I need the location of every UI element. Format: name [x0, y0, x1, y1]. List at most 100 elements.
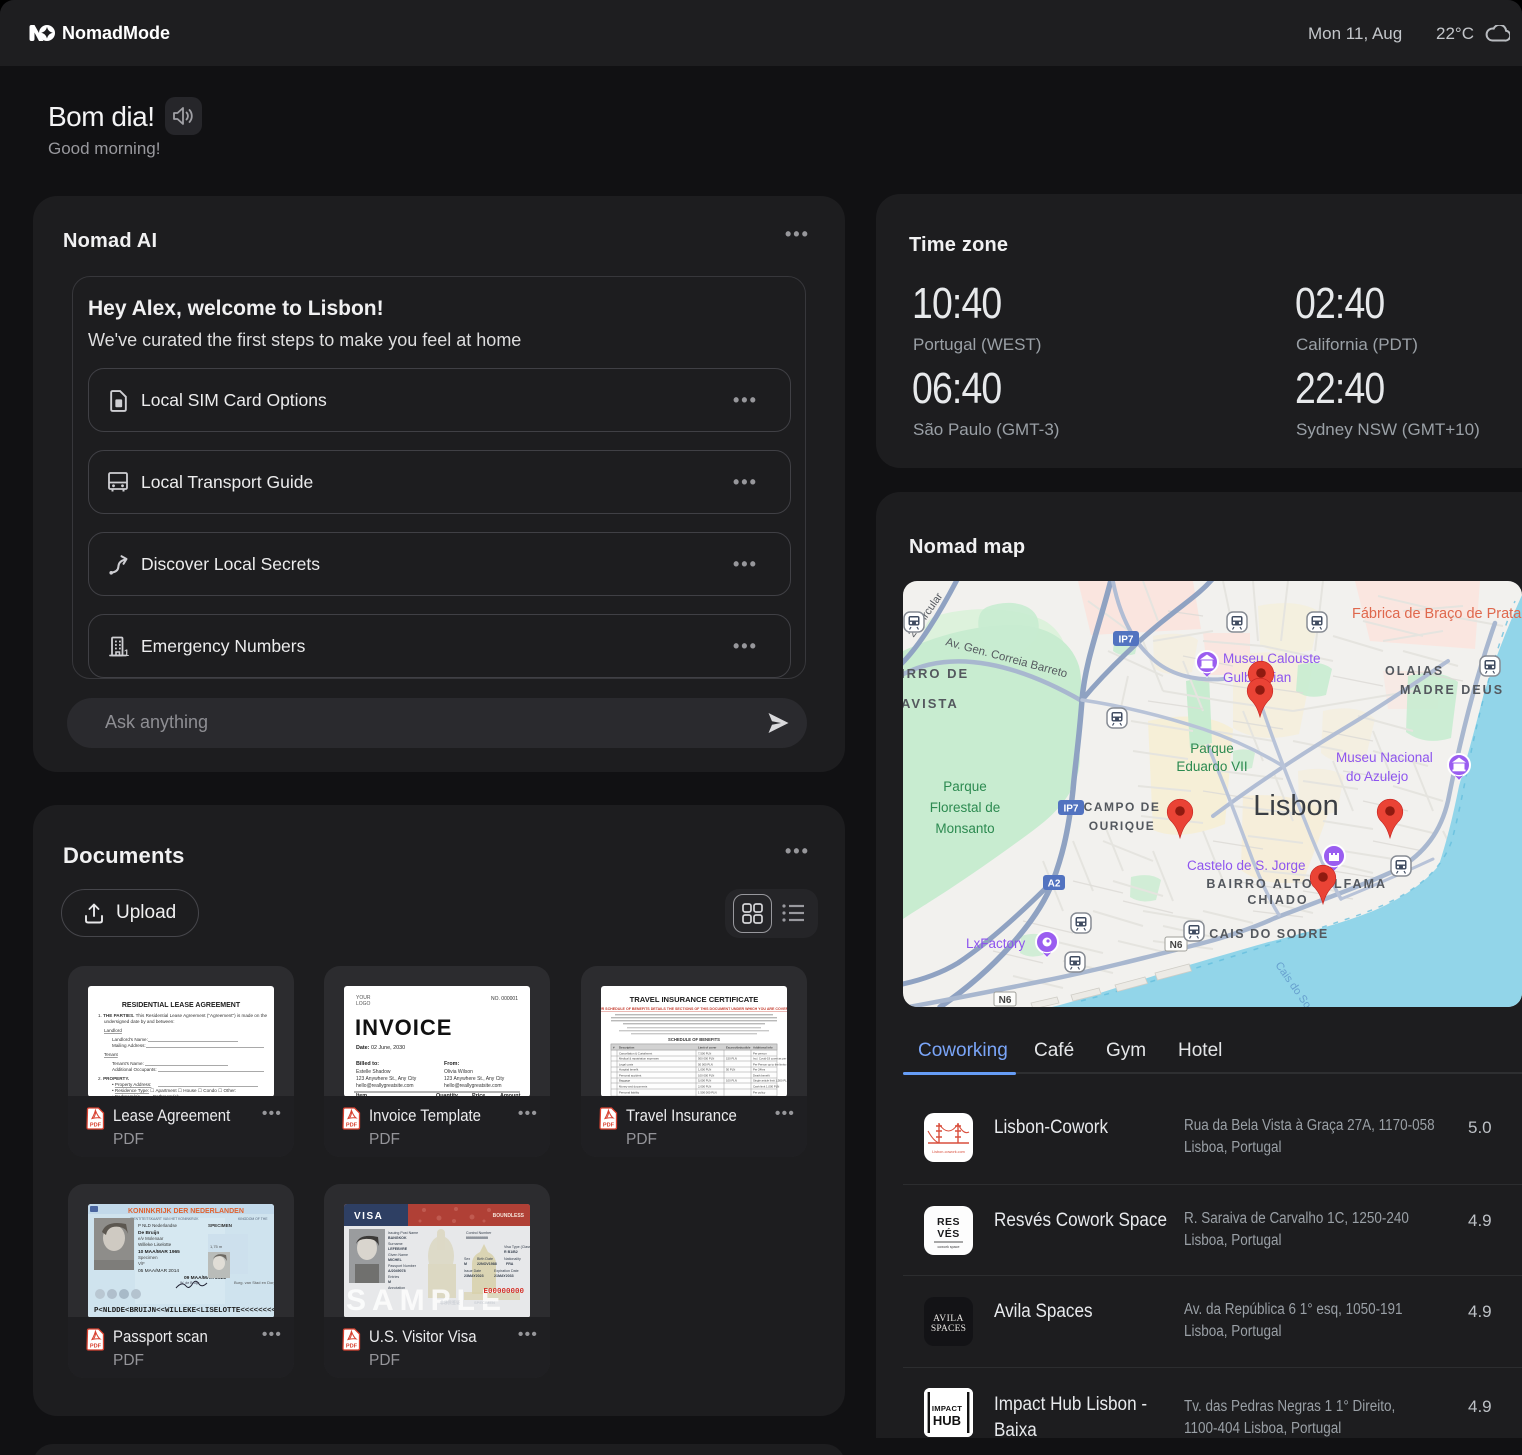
svg-text:Sex: Sex — [464, 1257, 470, 1261]
svg-text:Florestal de: Florestal de — [930, 800, 1001, 815]
svg-text:N6: N6 — [1170, 940, 1183, 951]
svg-text:1. THE PARTIES. This Residen: 1. THE PARTIES. This Residential Lease A… — [98, 1013, 268, 1018]
svg-text:PDF: PDF — [90, 1344, 102, 1350]
svg-text:CAMPO DE: CAMPO DE — [1084, 800, 1161, 814]
svg-text:100 PLN: 100 PLN — [726, 1079, 737, 1083]
svg-text:Surname: Surname — [388, 1242, 403, 1246]
svg-text:非移民签证: 非移民签证 — [440, 1299, 460, 1305]
svg-text:Olivia Wilson: Olivia Wilson — [444, 1069, 473, 1075]
svg-text:Willeke Liselotte: Willeke Liselotte — [138, 1242, 172, 1247]
svg-text:Landlord: Landlord — [104, 1028, 122, 1033]
svg-text:YOUR SCHEDULE OF BENEFITS DETA: YOUR SCHEDULE OF BENEFITS DETAILS THE SE… — [601, 1007, 787, 1011]
svg-text:Per 24hrs: Per 24hrs — [753, 1068, 766, 1072]
svg-text:Lisbon-cowork.com: Lisbon-cowork.com — [932, 1150, 965, 1154]
svg-text:LxFactory: LxFactory — [966, 936, 1026, 951]
svg-text:OLAIAS: OLAIAS — [1385, 664, 1444, 678]
svg-text:INVOICE: INVOICE — [355, 1015, 452, 1040]
svg-text:23MAY2023: 23MAY2023 — [464, 1274, 484, 1278]
svg-text:Excess/deductible: Excess/deductible — [726, 1046, 751, 1050]
svg-text:Nationality: Nationality — [504, 1257, 521, 1261]
svg-text:Passport Number: Passport Number — [388, 1264, 417, 1268]
svg-text:AVISTA: AVISTA — [903, 696, 959, 711]
svg-text:SPECIMEN: SPECIMEN — [208, 1223, 233, 1228]
svg-text:1: 1 — [124, 648, 129, 658]
svg-text:cowork space: cowork space — [938, 1245, 960, 1249]
svg-text:Death benefit: Death benefit — [753, 1074, 770, 1078]
svg-text:BAIRRO ALTO: BAIRRO ALTO — [1206, 877, 1313, 891]
svg-text:P<NLDDE<BRUIJN<<WILLEKE<LISELO: P<NLDDE<BRUIJN<<WILLEKE<LISELOTTE<<<<<<<… — [94, 1307, 274, 1315]
svg-text:Issuing Post Name: Issuing Post Name — [388, 1231, 418, 1235]
svg-text:7,500 PLN: 7,500 PLN — [698, 1052, 711, 1056]
svg-text:hello@reallygreatsite.com: hello@reallygreatsite.com — [356, 1083, 414, 1089]
svg-text:Additional info: Additional info — [753, 1046, 773, 1050]
svg-text:Cancellation & Curtailment: Cancellation & Curtailment — [619, 1052, 652, 1056]
svg-text:CHIADO: CHIADO — [1247, 893, 1308, 907]
svg-text:PDF: PDF — [603, 1123, 615, 1129]
svg-text:Per person: Per person — [753, 1052, 767, 1056]
svg-text:undersigned date by and betwee: undersigned date by and between: — [104, 1019, 175, 1024]
svg-text:Eduardo VII: Eduardo VII — [1176, 759, 1247, 774]
svg-text:MICHEL: MICHEL — [388, 1258, 403, 1262]
svg-text:KINGDOM OF THE: KINGDOM OF THE — [238, 1217, 268, 1221]
svg-text:Museu Calouste: Museu Calouste — [1223, 651, 1321, 666]
svg-text:Medical & repatriation expense: Medical & repatriation expenses — [619, 1057, 659, 1061]
svg-text:1,75 m: 1,75 m — [210, 1244, 223, 1249]
svg-text:Parque: Parque — [1190, 741, 1234, 756]
svg-text:SPACES: SPACES — [931, 1324, 966, 1334]
svg-text:TRAVEL INSURANCE CERTIFICATE: TRAVEL INSURANCE CERTIFICATE — [630, 995, 759, 1004]
svg-text:AVILA: AVILA — [933, 1314, 964, 1324]
svg-text:A2: A2 — [1048, 879, 1061, 890]
svg-text:123 Anywhere St., Any City: 123 Anywhere St., Any City — [444, 1076, 505, 1082]
svg-text:05 MAA/MAR 2014: 05 MAA/MAR 2014 — [138, 1268, 179, 1274]
svg-text:IP7: IP7 — [1063, 804, 1078, 815]
svg-text:FRA: FRA — [506, 1262, 514, 1266]
svg-text:21MAY2033: 21MAY2033 — [494, 1274, 514, 1278]
svg-text:22NOV1988: 22NOV1988 — [477, 1262, 497, 1266]
svg-text:hello@reallygreatsite.com: hello@reallygreatsite.com — [444, 1083, 502, 1089]
svg-text:Limit of cover: Limit of cover — [698, 1046, 717, 1050]
svg-text:BANGKOK: BANGKOK — [388, 1236, 407, 1240]
svg-text:Burg. van Stad en Dorp: Burg. van Stad en Dorp — [234, 1280, 274, 1285]
svg-text:Mailing Address:: Mailing Address: — [112, 1043, 146, 1048]
svg-text:50 000 PLN: 50 000 PLN — [698, 1063, 713, 1067]
svg-text:Birth Date: Birth Date — [477, 1257, 493, 1261]
svg-text:Castelo de S. Jorge: Castelo de S. Jorge — [1187, 858, 1306, 873]
svg-text:IMPACT: IMPACT — [932, 1404, 962, 1413]
svg-text:RESIDENTIAL LEASE AGREEMENT: RESIDENTIAL LEASE AGREEMENT — [122, 1002, 241, 1009]
svg-text:E00000000: E00000000 — [483, 1288, 524, 1296]
svg-text:Parque: Parque — [943, 779, 987, 794]
svg-text:M: M — [464, 1262, 467, 1266]
svg-text:Specimen: Specimen — [138, 1255, 158, 1260]
svg-text:KONINKRIJK DER NEDERLANDEN: KONINKRIJK DER NEDERLANDEN — [128, 1208, 244, 1215]
svg-text:Date: 02 June, 2030: Date: 02 June, 2030 — [356, 1045, 405, 1051]
svg-text:500 000 PLN: 500 000 PLN — [698, 1057, 714, 1061]
svg-text:Personal accident: Personal accident — [619, 1074, 641, 1078]
svg-text:Legal costs: Legal costs — [619, 1063, 634, 1067]
svg-text:Single article limit 1,500 PLN: Single article limit 1,500 PLN — [753, 1079, 787, 1083]
svg-text:100 000 PLN: 100 000 PLN — [698, 1074, 714, 1078]
svg-text:Incl. Covid-19 cover as per po: Incl. Covid-19 cover as per policy — [753, 1057, 787, 1061]
svg-text:Lisbon: Lisbon — [1253, 790, 1338, 822]
svg-text:2,000 PLN: 2,000 PLN — [698, 1085, 711, 1089]
svg-text:W. de Bruijn: W. de Bruijn — [180, 1281, 199, 1285]
svg-text:R B1/B2: R B1/B2 — [504, 1250, 518, 1254]
svg-text:Personal liability: Personal liability — [619, 1091, 640, 1095]
svg-text:Billed to:: Billed to: — [356, 1061, 379, 1067]
svg-text:NO. 000001: NO. 000001 — [491, 996, 518, 1002]
svg-text:Control Number: Control Number — [466, 1231, 492, 1235]
svg-text:50 PLN: 50 PLN — [726, 1068, 735, 1072]
svg-text:Tenant: Tenant — [104, 1052, 119, 1057]
svg-text:P NLD Nederlandse: P NLD Nederlandse — [138, 1223, 178, 1228]
svg-text:PDF: PDF — [346, 1123, 358, 1129]
svg-text:Description: Description — [619, 1046, 635, 1050]
svg-text:Landlord's Name:: Landlord's Name: — [112, 1037, 148, 1042]
svg-text:BOUNDLESS: BOUNDLESS — [493, 1213, 525, 1219]
svg-text:HUB: HUB — [933, 1413, 961, 1428]
svg-text:Visa Type (Class: Visa Type (Class — [504, 1245, 530, 1249]
svg-text:V/F: V/F — [138, 1261, 145, 1266]
svg-text:Expiration Date: Expiration Date — [494, 1269, 519, 1273]
svg-text:LEFEBVRE: LEFEBVRE — [388, 1247, 408, 1251]
svg-text:Hospital benefit: Hospital benefit — [619, 1068, 639, 1072]
svg-text:PDF: PDF — [90, 1123, 102, 1129]
svg-text:IDENTITEITSKAART VAN HET KONIN: IDENTITEITSKAART VAN HET KONINKRIJK — [130, 1217, 199, 1221]
